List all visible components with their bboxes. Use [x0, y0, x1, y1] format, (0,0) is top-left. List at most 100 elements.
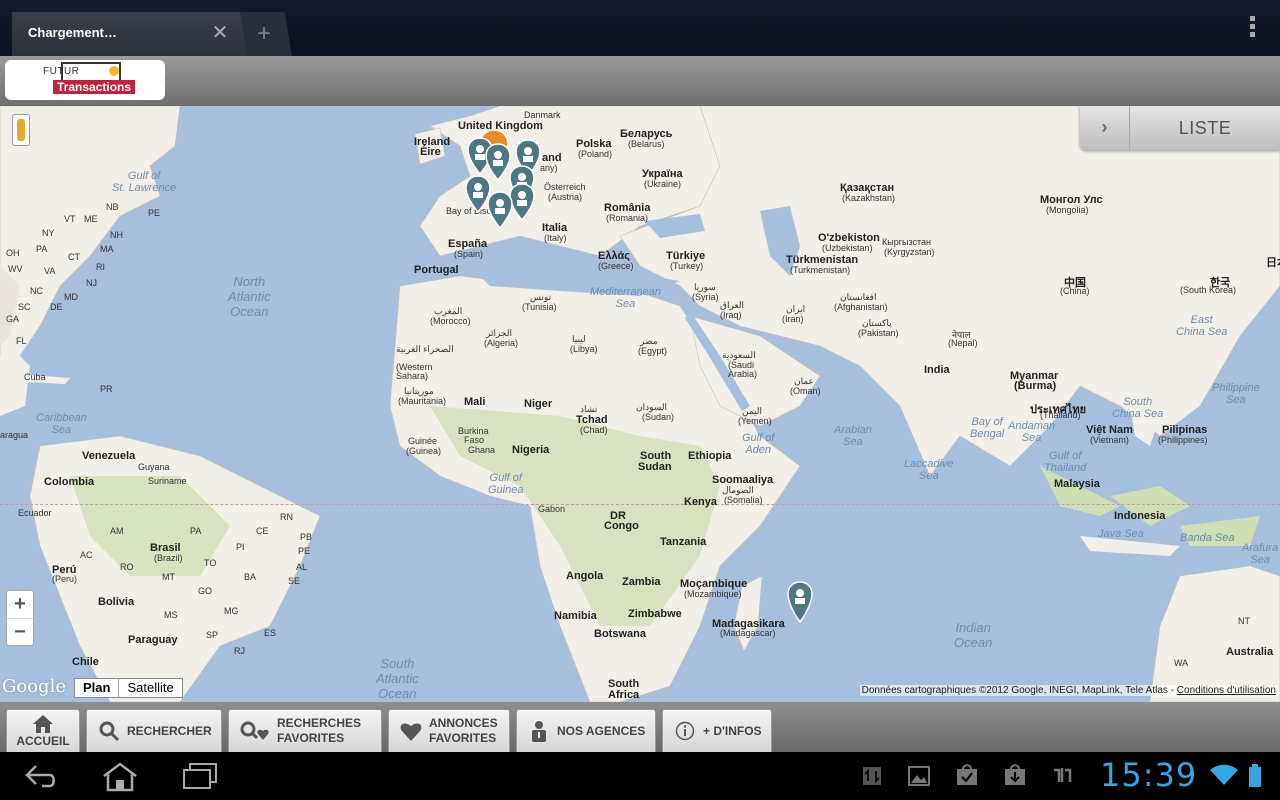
label-se: SE	[288, 576, 301, 586]
label-pakistan-sub: (Pakistan)	[858, 328, 899, 338]
label-peru-sub: (Peru)	[52, 574, 78, 584]
agency-pin-reunion[interactable]	[786, 580, 814, 624]
label-osterreich: Österreich	[544, 182, 586, 192]
label-ac: AC	[80, 550, 93, 560]
label-south-sudan2: Sudan	[638, 461, 672, 473]
world-map[interactable]: Ireland Éire United Kingdom Danmark Pols…	[0, 106, 1280, 702]
label-gulf-of-st-lawrence: Gulf of St. Lawrence	[112, 170, 177, 194]
annonces-favorites-label: ANNONCES FAVORITES	[429, 716, 498, 745]
label-brasil-sub: (Brazil)	[154, 553, 183, 563]
map-attribution: Données cartographiques ©2012 Google, IN…	[859, 685, 1278, 696]
street-view-pegman-icon[interactable]	[12, 114, 30, 146]
label-pb: PB	[300, 532, 313, 542]
label-romania-sub: (Romania)	[606, 213, 649, 223]
overflow-menu-icon[interactable]	[1248, 16, 1256, 40]
label-eire: Éire	[420, 146, 441, 158]
label-china-sub: (China)	[1060, 286, 1090, 296]
logo-bottom-text: Transactions	[53, 80, 136, 94]
google-logo: Google	[2, 676, 66, 697]
label-laccadive-sea: Laccadive Sea	[904, 458, 954, 482]
label-south-africa2: Africa	[608, 689, 640, 701]
heart-icon	[399, 719, 423, 743]
zoom-out-button[interactable]: −	[7, 618, 33, 645]
label-wa: WA	[1174, 658, 1189, 668]
label-md: MD	[64, 292, 78, 302]
label-ellas-sub: (Greece)	[598, 261, 634, 271]
label-morocco-sub: (Morocco)	[430, 316, 471, 326]
plus-infos-button[interactable]: + D'INFOS	[662, 709, 772, 752]
label-north-atlantic-ocean: North Atlantic Ocean	[228, 274, 271, 319]
map-type-plan[interactable]: Plan	[75, 679, 120, 697]
label-colombia: Colombia	[44, 476, 95, 488]
label-germany-sub-fragment: any)	[540, 163, 558, 173]
label-arafura-sea: Arafura Sea	[1242, 542, 1279, 566]
data-transfer-icon	[862, 766, 882, 791]
label-portugal: Portugal	[414, 264, 459, 276]
chevron-right-icon: ›	[1080, 106, 1130, 150]
nos-agences-button[interactable]: NOS AGENCES	[516, 709, 656, 752]
search-heart-icon	[239, 719, 271, 743]
label-vietnam-sub: (Vietnam)	[1090, 435, 1129, 445]
label-cuba: Cuba	[24, 372, 46, 382]
agent-icon	[527, 719, 551, 743]
recherches-favorites-button[interactable]: RECHERCHES FAVORITES	[228, 709, 382, 752]
label-pa: PA	[36, 244, 48, 254]
label-rj: RJ	[234, 646, 245, 656]
liste-label: LISTE	[1178, 118, 1232, 138]
futur-transactions-logo[interactable]: FUTUR Transactions	[5, 60, 165, 100]
new-tab-button[interactable]: +	[240, 12, 292, 56]
label-banda-sea: Banda Sea	[1180, 532, 1235, 544]
system-navigation-bar: 15:39	[0, 752, 1280, 800]
label-aragua-fragment: aragua	[0, 430, 29, 440]
label-mongol-sub: (Mongolia)	[1046, 205, 1089, 215]
label-ethiopia: Ethiopia	[688, 450, 732, 462]
label-chile: Chile	[72, 656, 99, 668]
accueil-button[interactable]: ACCUEIL	[6, 709, 80, 752]
agency-pin[interactable]	[486, 190, 514, 230]
label-guinee-sub: (Guinea)	[406, 446, 442, 456]
label-south-china-sea: South China Sea	[1112, 396, 1164, 420]
label-vt: VT	[64, 214, 76, 224]
label-kazakhstan-sub: (Kazakhstan)	[842, 193, 896, 203]
zoom-in-button[interactable]: +	[7, 591, 33, 618]
label-pe: PE	[148, 208, 161, 218]
label-nt: NT	[1238, 616, 1250, 626]
label-kyrgyzstan: Кыргызстан	[882, 237, 931, 247]
label-turkmenistan-sub: (Turkmenistan)	[790, 265, 851, 275]
map-type-satellite[interactable]: Satellite	[119, 679, 181, 697]
home-nav-icon[interactable]	[100, 762, 140, 797]
label-myanmar-sub: (Burma)	[1014, 380, 1057, 392]
label-guyana: Guyana	[138, 462, 170, 472]
label-malaysia: Malaysia	[1054, 478, 1100, 490]
sun-icon	[109, 66, 119, 76]
label-mali: Mali	[464, 396, 486, 408]
browser-tab[interactable]: Chargement… ✕	[12, 12, 264, 56]
label-mt: MT	[162, 572, 175, 582]
label-caribbean-sea: Caribbean Sea	[36, 412, 87, 436]
label-kyrgyzstan-sub: (Kyrgyzstan)	[884, 247, 935, 257]
clock: 15:39	[1100, 756, 1198, 794]
label-guinee: Guinée	[408, 436, 438, 446]
liste-button[interactable]: › LISTE	[1080, 106, 1280, 150]
annonces-favorites-button[interactable]: ANNONCES FAVORITES	[388, 709, 510, 752]
label-iraq-sub: (Iraq)	[720, 310, 742, 320]
label-va: VA	[44, 266, 56, 276]
label-botswana: Botswana	[594, 628, 646, 640]
label-to: TO	[204, 558, 217, 568]
recherches-favorites-label: RECHERCHES FAVORITES	[277, 716, 362, 745]
label-ma: MA	[100, 244, 114, 254]
plus-icon: +	[257, 20, 272, 47]
recent-apps-icon[interactable]	[182, 762, 218, 795]
terms-link[interactable]: Conditions d'utilisation	[1177, 685, 1276, 696]
rechercher-button[interactable]: RECHERCHER	[86, 709, 222, 752]
label-tanzania: Tanzania	[660, 536, 707, 548]
label-paraguay: Paraguay	[128, 634, 178, 646]
label-nj: NJ	[86, 278, 97, 288]
label-korea-sub: (South Korea)	[1180, 285, 1237, 295]
wifi-icon	[1210, 764, 1238, 791]
label-gulf-of-guinea: Gulf of Guinea	[488, 472, 524, 496]
label-gulf-of-thailand: Gulf of Thailand	[1044, 450, 1087, 474]
back-icon[interactable]	[24, 762, 58, 795]
close-tab-icon[interactable]: ✕	[208, 22, 232, 46]
label-es: ES	[264, 628, 277, 638]
